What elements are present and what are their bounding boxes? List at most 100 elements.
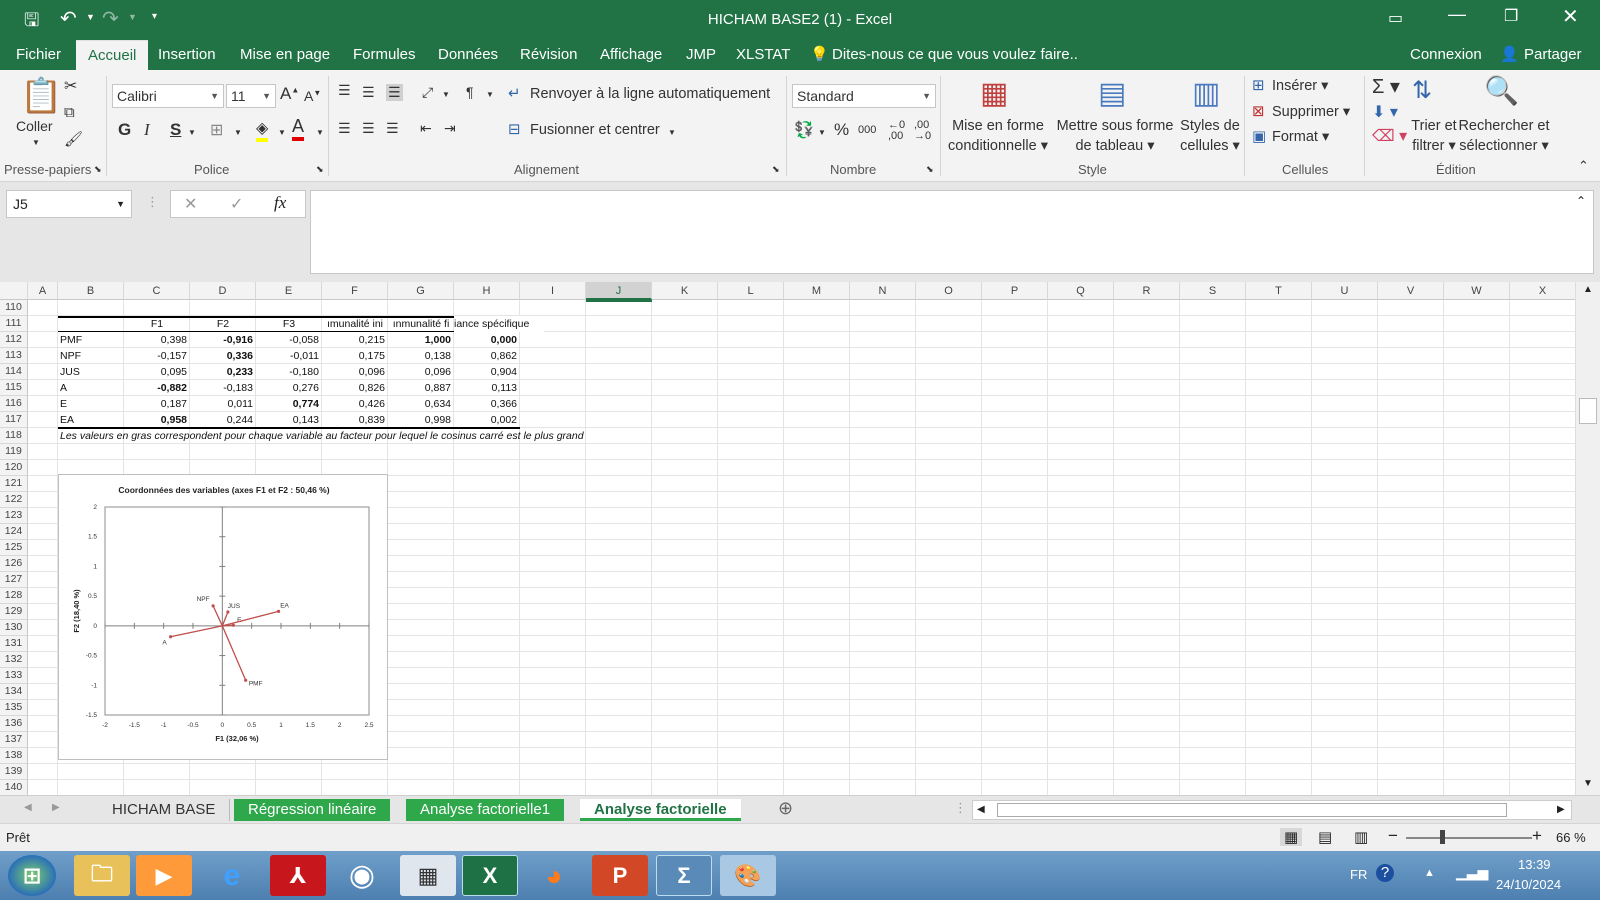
clear-icon[interactable]: ⌫ ▾ bbox=[1372, 126, 1407, 146]
column-header-R[interactable]: R bbox=[1114, 282, 1180, 300]
percent-button[interactable]: % bbox=[834, 120, 849, 140]
table-cell[interactable]: 0,096 bbox=[322, 364, 388, 380]
table-note[interactable]: Les valeurs en gras correspondent pour c… bbox=[58, 428, 758, 444]
signin-link[interactable]: Connexion bbox=[1410, 40, 1482, 70]
column-header-L[interactable]: L bbox=[718, 282, 784, 300]
column-header-W[interactable]: W bbox=[1444, 282, 1510, 300]
row-header-137[interactable]: 137 bbox=[0, 732, 28, 748]
table-cell[interactable]: 0,998 bbox=[388, 412, 454, 428]
column-header-D[interactable]: D bbox=[190, 282, 256, 300]
row-header-110[interactable]: 110 bbox=[0, 300, 28, 316]
find-select-icon[interactable]: 🔍 bbox=[1484, 74, 1519, 107]
acrobat-icon[interactable]: ⅄ bbox=[270, 855, 326, 896]
format-cells-icon[interactable]: ▣ bbox=[1252, 127, 1266, 145]
zoom-slider[interactable] bbox=[1406, 837, 1532, 839]
row-header-115[interactable]: 115 bbox=[0, 380, 28, 396]
show-hidden-icons[interactable]: ▲ bbox=[1424, 867, 1435, 879]
table-cell[interactable]: 0,774 bbox=[256, 396, 322, 412]
number-format-combo[interactable]: Standard ▼ bbox=[792, 84, 936, 108]
tab-formules[interactable]: Formules bbox=[353, 40, 416, 70]
table-cell[interactable]: -0,157 bbox=[124, 348, 190, 364]
row-header-125[interactable]: 125 bbox=[0, 540, 28, 556]
row-header-111[interactable]: 111 bbox=[0, 316, 28, 332]
insert-function-button[interactable]: fx bbox=[274, 193, 286, 213]
table-cell[interactable]: 0,002 bbox=[454, 412, 520, 428]
clock-date[interactable]: 24/10/2024 bbox=[1496, 877, 1561, 892]
minimize-icon[interactable]: — bbox=[1448, 4, 1466, 25]
table-cell[interactable]: 0,113 bbox=[454, 380, 520, 396]
cell-styles-icon[interactable]: ▥ bbox=[1192, 76, 1220, 111]
collapse-ribbon-icon[interactable]: ⌃ bbox=[1578, 158, 1589, 174]
borders-icon[interactable]: ⊞ bbox=[210, 120, 223, 140]
collapse-formula-icon[interactable]: ⌃ bbox=[1576, 194, 1586, 208]
merge-center-button[interactable]: Fusionner et centrer bbox=[530, 122, 660, 138]
accounting-dropdown-icon[interactable]: ▼ bbox=[818, 128, 826, 137]
sheet-tab-hicham-base[interactable]: HICHAM BASE bbox=[98, 799, 231, 821]
table-row-label[interactable]: JUS bbox=[58, 364, 124, 380]
zoom-level[interactable]: 66 % bbox=[1556, 830, 1586, 845]
align-center-icon[interactable]: ☰ bbox=[362, 120, 375, 137]
sheet-tab-regression[interactable]: Régression linéaire bbox=[234, 799, 391, 821]
column-header-B[interactable]: B bbox=[58, 282, 124, 300]
row-header-117[interactable]: 117 bbox=[0, 412, 28, 428]
scroll-thumb[interactable] bbox=[1579, 398, 1597, 424]
column-header-P[interactable]: P bbox=[982, 282, 1048, 300]
table-cell[interactable]: 0,096 bbox=[388, 364, 454, 380]
table-row-label[interactable]: NPF bbox=[58, 348, 124, 364]
column-header-O[interactable]: O bbox=[916, 282, 982, 300]
bold-button[interactable]: G bbox=[118, 120, 131, 140]
increase-decimal-icon[interactable]: ←0,00 bbox=[888, 120, 905, 142]
horizontal-scrollbar[interactable]: ◀ ▶ bbox=[972, 800, 1572, 820]
share-button[interactable]: Partager bbox=[1524, 40, 1582, 70]
sort-filter-button[interactable]: Trier et filtrer ▾ bbox=[1406, 116, 1462, 156]
row-header-129[interactable]: 129 bbox=[0, 604, 28, 620]
clock-time[interactable]: 13:39 bbox=[1518, 857, 1551, 872]
table-cell[interactable]: 0,634 bbox=[388, 396, 454, 412]
insert-cells-icon[interactable]: ⊞ bbox=[1252, 76, 1265, 94]
formula-input[interactable] bbox=[310, 190, 1594, 274]
accounting-icon[interactable]: 💱 bbox=[794, 120, 814, 140]
increase-font-icon[interactable]: A▲ bbox=[280, 84, 299, 104]
table-cell[interactable]: 0,958 bbox=[124, 412, 190, 428]
column-header-J[interactable]: J bbox=[586, 282, 652, 300]
row-header-139[interactable]: 139 bbox=[0, 764, 28, 780]
font-size-combo[interactable]: 11 ▼ bbox=[226, 84, 276, 108]
decrease-indent-icon[interactable]: ⇤ bbox=[420, 120, 432, 137]
borders-dropdown-icon[interactable]: ▼ bbox=[234, 128, 242, 137]
table-cell[interactable]: 0,143 bbox=[256, 412, 322, 428]
table-cell[interactable]: 0,276 bbox=[256, 380, 322, 396]
scroll-up-icon[interactable]: ▲ bbox=[1583, 284, 1593, 295]
network-icon[interactable]: ▁▃▅ bbox=[1456, 864, 1488, 881]
table-row-label[interactable]: E bbox=[58, 396, 124, 412]
paint-icon[interactable]: 🎨 bbox=[720, 855, 776, 896]
next-sheet-icon[interactable]: ▶ bbox=[52, 802, 60, 813]
find-select-button[interactable]: Rechercher et sélectionner ▾ bbox=[1456, 116, 1552, 156]
row-header-128[interactable]: 128 bbox=[0, 588, 28, 604]
align-middle-icon[interactable]: ☰ bbox=[362, 84, 375, 101]
table-cell[interactable]: 1,000 bbox=[388, 332, 454, 348]
merge-icon[interactable]: ⊟ bbox=[508, 120, 521, 138]
paste-icon[interactable]: 📋 bbox=[20, 76, 62, 116]
column-header-I[interactable]: I bbox=[520, 282, 586, 300]
tab-accueil[interactable]: Accueil bbox=[76, 40, 149, 70]
table-cell[interactable]: -0,180 bbox=[256, 364, 322, 380]
tab-fichier[interactable]: Fichier bbox=[16, 40, 61, 70]
row-header-135[interactable]: 135 bbox=[0, 700, 28, 716]
font-color-dropdown-icon[interactable]: ▼ bbox=[316, 128, 324, 137]
fill-color-dropdown-icon[interactable]: ▼ bbox=[278, 128, 286, 137]
ie-icon[interactable]: e bbox=[204, 855, 260, 896]
column-header-N[interactable]: N bbox=[850, 282, 916, 300]
table-row-label[interactable]: EA bbox=[58, 412, 124, 428]
format-table-icon[interactable]: ▤ bbox=[1098, 76, 1126, 111]
chrome-icon[interactable]: ◉ bbox=[334, 855, 390, 896]
normal-view-icon[interactable]: ▦ bbox=[1280, 828, 1303, 846]
table-cell[interactable]: 0,215 bbox=[322, 332, 388, 348]
paste-button[interactable]: Coller bbox=[16, 118, 53, 134]
fill-color-icon[interactable]: ◈ bbox=[256, 118, 269, 142]
zoom-in-icon[interactable]: + bbox=[1532, 826, 1542, 846]
page-layout-icon[interactable]: ▤ bbox=[1318, 828, 1332, 846]
column-header-V[interactable]: V bbox=[1378, 282, 1444, 300]
tab-revision[interactable]: Révision bbox=[520, 40, 578, 70]
table-header-cell[interactable]: ınmunalité fi bbox=[388, 316, 454, 332]
table-cell[interactable]: -0,916 bbox=[190, 332, 256, 348]
